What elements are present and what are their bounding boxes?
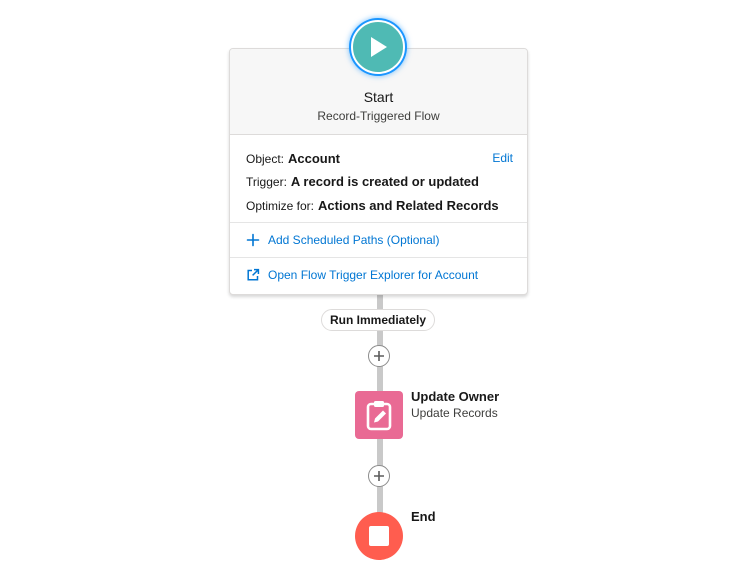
object-row: Object: Account: [246, 151, 340, 166]
optimize-label: Optimize for:: [246, 199, 315, 213]
add-scheduled-paths-label: Add Scheduled Paths (Optional): [268, 233, 440, 247]
start-element-card[interactable]: Start Record-Triggered Flow Object: Accou…: [229, 48, 528, 295]
end-label: End: [411, 509, 436, 524]
plus-icon: [246, 233, 260, 247]
start-title: Start: [363, 89, 394, 105]
stop-square: [369, 526, 389, 546]
object-label: Object:: [246, 152, 285, 166]
divider: [230, 257, 527, 258]
update-records-subtitle: Update Records: [411, 406, 498, 420]
run-immediately-label: Run Immediately: [321, 309, 435, 331]
trigger-value: A record is created or updated: [290, 174, 479, 189]
edit-link[interactable]: Edit: [492, 151, 513, 165]
trigger-row: Trigger: A record is created or updated: [246, 174, 479, 189]
add-element-button[interactable]: [368, 345, 390, 367]
plus-icon: [374, 471, 384, 481]
open-trigger-explorer-label: Open Flow Trigger Explorer for Account: [268, 268, 479, 282]
play-icon[interactable]: [351, 20, 405, 74]
add-scheduled-paths-link[interactable]: Add Scheduled Paths (Optional): [246, 233, 439, 247]
connector-line: [377, 294, 383, 310]
external-link-icon: [246, 268, 260, 282]
start-subtitle: Record-Triggered Flow: [317, 109, 440, 123]
plus-icon: [374, 351, 384, 361]
add-element-button[interactable]: [368, 465, 390, 487]
optimize-value: Actions and Related Records: [318, 198, 499, 213]
open-trigger-explorer-link[interactable]: Open Flow Trigger Explorer for Account: [246, 268, 478, 282]
optimize-row: Optimize for: Actions and Related Records: [246, 198, 499, 213]
update-owner-title[interactable]: Update Owner: [411, 389, 499, 404]
divider: [230, 222, 527, 223]
trigger-label: Trigger:: [246, 175, 287, 189]
object-value: Account: [288, 151, 341, 166]
clipboard-edit-icon[interactable]: [355, 391, 403, 439]
stop-icon: [355, 512, 403, 560]
